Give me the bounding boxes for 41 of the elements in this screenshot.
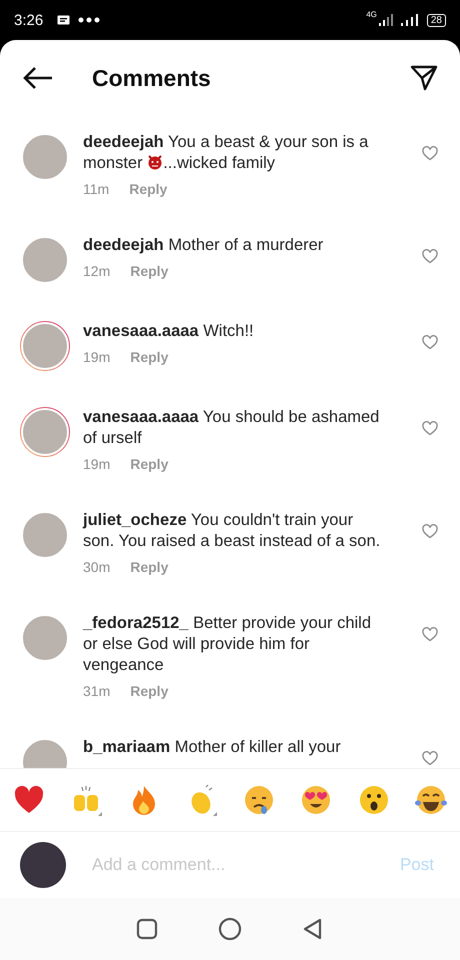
like-button[interactable] xyxy=(420,522,440,541)
comment-time: 31m xyxy=(83,682,110,701)
comment-text: vanesaaa.aaaa Witch!! xyxy=(83,321,255,342)
comment-text: vanesaaa.aaaa You should be ashamed of urself xyxy=(83,407,380,449)
comment-input[interactable]: Add a comment... xyxy=(90,854,370,876)
comment-time: 11m xyxy=(83,180,110,199)
like-button[interactable] xyxy=(420,144,440,163)
comment-time: 19m xyxy=(83,455,110,474)
comment-text: deedeejah Mother of a murderer xyxy=(83,235,324,256)
user-avatar xyxy=(20,842,66,888)
laughing-emoji-button[interactable] xyxy=(414,783,448,817)
post-button[interactable]: Post xyxy=(394,854,440,876)
message-icon xyxy=(57,15,70,25)
reply-link[interactable]: Reply xyxy=(130,454,168,474)
comment-text: juliet_ocheze You couldn't train your son. You raised a beast instead of a son. xyxy=(83,510,382,552)
page-title: Comments xyxy=(92,64,211,92)
comment-time: 19m xyxy=(83,348,110,367)
network-type: 4G xyxy=(366,10,377,19)
devil-face-icon xyxy=(147,154,164,170)
reply-link[interactable]: Reply xyxy=(130,347,168,367)
avatar-story-ring[interactable] xyxy=(20,321,70,371)
like-button[interactable] xyxy=(420,419,440,438)
like-button[interactable] xyxy=(420,333,440,352)
reply-link[interactable]: Reply xyxy=(130,681,168,701)
signal-icon xyxy=(378,14,393,26)
comment-text: deedeejah You a beast & your son is a monster ...wicked family xyxy=(83,132,370,174)
comment-text: b_mariaam Mother of killer all your xyxy=(83,737,342,758)
more-notifications-icon xyxy=(78,17,100,23)
reply-link[interactable]: Reply xyxy=(129,179,168,199)
status-time: 3:26 xyxy=(14,12,44,28)
reply-link[interactable]: Reply xyxy=(130,557,168,577)
battery-indicator: 28 xyxy=(426,14,446,26)
like-button[interactable] xyxy=(420,749,440,768)
signal-icon xyxy=(400,14,419,26)
comment-time: 12m xyxy=(83,262,110,281)
reply-link[interactable]: Reply xyxy=(130,261,168,281)
avatar-story-ring[interactable] xyxy=(20,407,70,457)
like-button[interactable] xyxy=(420,247,440,266)
like-button[interactable] xyxy=(420,625,440,644)
comment-time: 30m xyxy=(83,558,110,577)
comment-text: _fedora2512_ Better provide your child or else God will provide him for vengeance xyxy=(83,613,372,676)
